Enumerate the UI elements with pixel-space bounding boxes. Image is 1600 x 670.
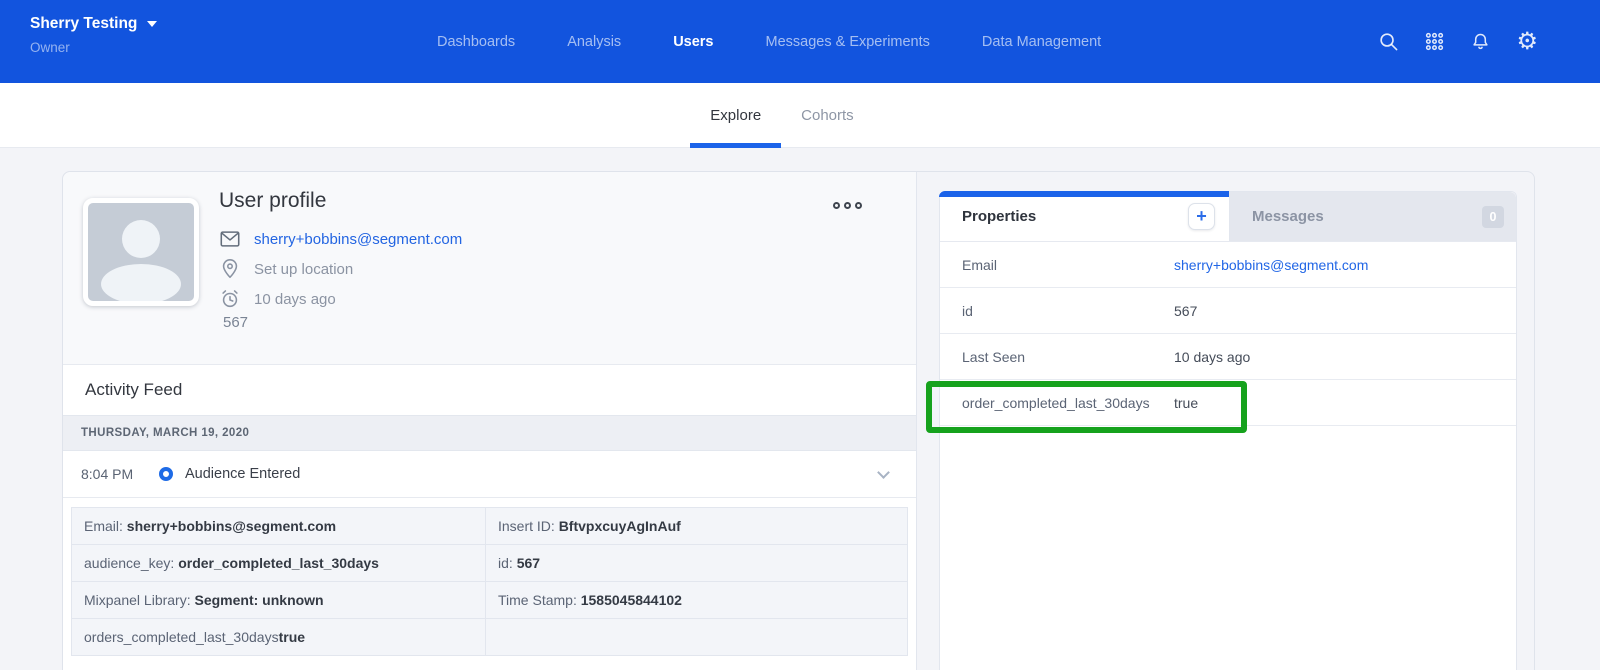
tab-explore[interactable]: Explore <box>690 83 781 147</box>
app-screen: Sherry Testing Owner Dashboards Analysis… <box>0 0 1600 670</box>
detail-cell-id: id: 567 <box>486 545 907 581</box>
apps-grid-icon[interactable] <box>1424 31 1445 52</box>
nav-item-dashboards[interactable]: Dashboards <box>437 34 515 50</box>
detail-cell-email: Email: sherry+bobbins@segment.com <box>72 508 486 544</box>
property-email-link[interactable]: sherry+bobbins@segment.com <box>1174 257 1368 273</box>
subnav-bar: Explore Cohorts <box>0 83 1600 148</box>
settings-gear-icon[interactable]: ⚙ <box>1516 30 1538 54</box>
event-details-table: Email: sherry+bobbins@segment.com Insert… <box>71 507 908 656</box>
nav-item-users[interactable]: Users <box>673 34 713 50</box>
profile-email-link[interactable]: sherry+bobbins@segment.com <box>254 231 462 248</box>
table-row: Email: sherry+bobbins@segment.com Insert… <box>71 508 908 545</box>
profile-location-row: Set up location <box>219 254 462 284</box>
overflow-menu-icon[interactable] <box>833 202 862 209</box>
top-header-bar: Sherry Testing Owner Dashboards Analysis… <box>0 0 1600 83</box>
main-nav: Dashboards Analysis Users Messages & Exp… <box>437 0 1101 83</box>
event-time: 8:04 PM <box>81 466 143 482</box>
detail-cell-mixpanel-library: Mixpanel Library: Segment: unknown <box>72 582 486 618</box>
nav-item-messages-experiments[interactable]: Messages & Experiments <box>766 34 930 50</box>
property-row-order-completed: order_completed_last_30days true <box>940 380 1516 426</box>
messages-count-badge: 0 <box>1482 206 1504 228</box>
tab-properties[interactable]: Properties + <box>940 192 1230 241</box>
user-id-text: 567 <box>223 314 248 331</box>
notifications-bell-icon[interactable] <box>1470 31 1491 52</box>
nav-item-analysis[interactable]: Analysis <box>567 34 621 50</box>
nav-item-data-management[interactable]: Data Management <box>982 34 1101 50</box>
set-up-location-link[interactable]: Set up location <box>254 261 353 278</box>
profile-last-seen-row: 10 days ago <box>219 284 462 314</box>
project-role: Owner <box>30 40 157 55</box>
explore-content-card: User profile sherry+bobbins@segment.com <box>62 171 1535 670</box>
tab-cohorts[interactable]: Cohorts <box>781 83 874 147</box>
detail-cell-orders-completed: orders_completed_last_30daystrue <box>72 619 486 655</box>
property-row-email: Email sherry+bobbins@segment.com <box>940 242 1516 288</box>
event-name: Audience Entered <box>185 466 300 482</box>
search-icon[interactable] <box>1378 31 1399 52</box>
tab-messages[interactable]: Messages 0 <box>1230 192 1516 241</box>
envelope-icon <box>219 228 241 250</box>
profile-summary-section: User profile sherry+bobbins@segment.com <box>63 172 916 364</box>
avatar-body-shape <box>101 264 181 304</box>
detail-cell-insert-id: Insert ID: BftvpxcuyAgInAuf <box>486 508 907 544</box>
project-selector[interactable]: Sherry Testing Owner <box>30 15 157 55</box>
chevron-down-icon[interactable] <box>877 466 890 479</box>
property-row-id: id 567 <box>940 288 1516 334</box>
profile-email-row: sherry+bobbins@segment.com <box>219 224 462 254</box>
event-dot-icon <box>159 467 173 481</box>
chevron-down-icon <box>147 21 157 27</box>
detail-cell-empty <box>486 619 907 655</box>
user-profile-panel: User profile sherry+bobbins@segment.com <box>63 172 917 670</box>
add-property-button[interactable]: + <box>1188 203 1215 230</box>
properties-panel-tabs: Properties + Messages 0 <box>940 192 1516 242</box>
table-row: orders_completed_last_30daystrue <box>71 619 908 656</box>
project-name: Sherry Testing <box>30 15 137 33</box>
alarm-clock-icon <box>219 288 241 310</box>
location-pin-icon <box>219 258 241 280</box>
properties-panel: Properties + Messages 0 Email sherry+bob… <box>939 191 1517 670</box>
detail-cell-timestamp: Time Stamp: 1585045844102 <box>486 582 907 618</box>
page-title: User profile <box>219 189 326 213</box>
activity-event-row[interactable]: 8:04 PM Audience Entered <box>63 451 916 498</box>
table-row: audience_key: order_completed_last_30day… <box>71 545 908 582</box>
avatar-head-shape <box>122 220 160 258</box>
table-row: Mixpanel Library: Segment: unknown Time … <box>71 582 908 619</box>
detail-cell-audience-key: audience_key: order_completed_last_30day… <box>72 545 486 581</box>
activity-feed-header: Activity Feed <box>63 364 916 415</box>
activity-date-header: THURSDAY, MARCH 19, 2020 <box>63 415 916 451</box>
header-icon-group: ⚙ <box>1378 0 1538 83</box>
last-seen-text: 10 days ago <box>254 291 336 308</box>
avatar <box>83 198 199 306</box>
property-row-last-seen: Last Seen 10 days ago <box>940 334 1516 380</box>
